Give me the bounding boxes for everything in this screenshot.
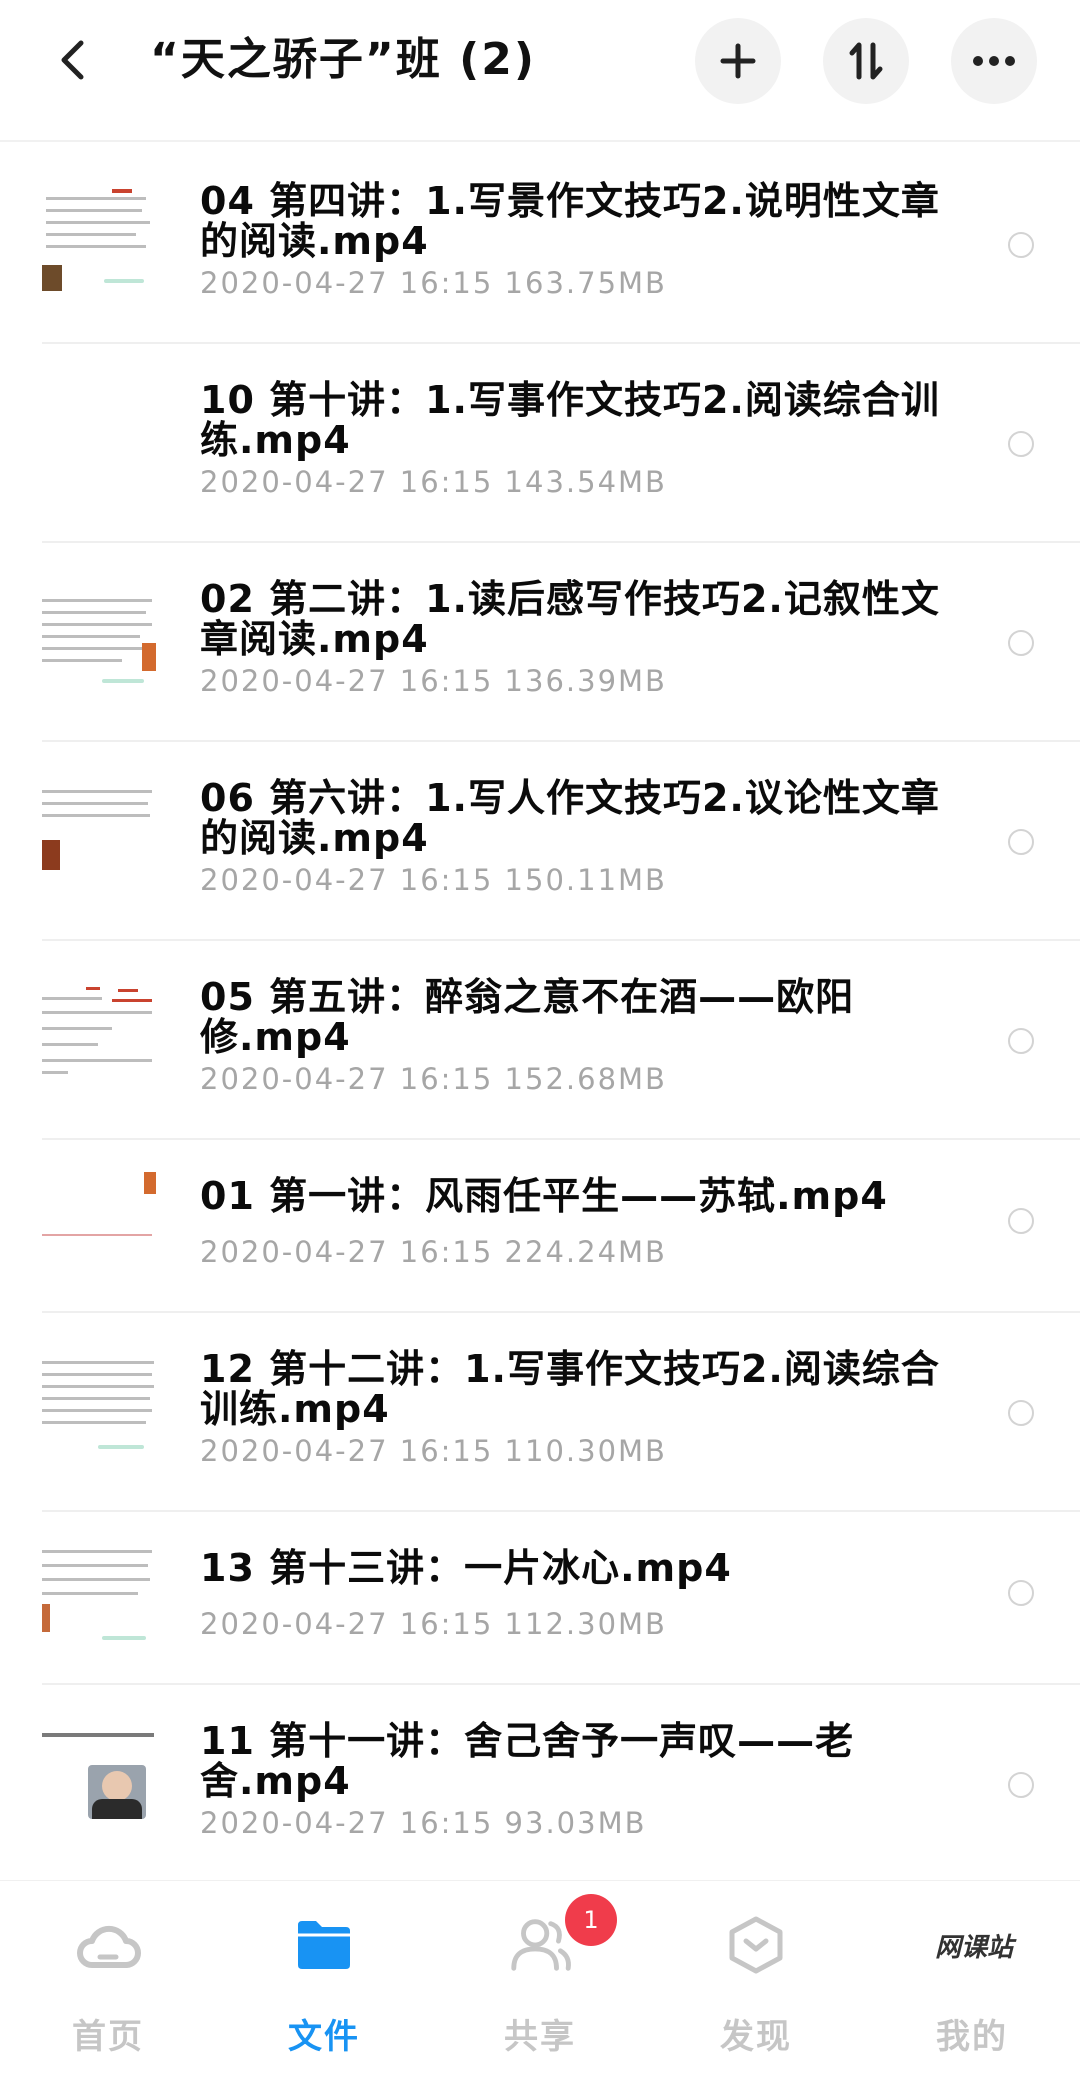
- file-meta: 2020-04-27 16:15 112.30MB: [200, 1607, 667, 1641]
- file-meta: 2020-04-27 16:15 93.03MB: [200, 1806, 646, 1840]
- file-row[interactable]: 01 第一讲：风雨任平生——苏轼.mp4 2020-04-27 16:15 22…: [0, 1140, 1080, 1313]
- file-row[interactable]: 05 第五讲：醉翁之意不在酒——欧阳修.mp4 2020-04-27 16:15…: [0, 941, 1080, 1140]
- more-button[interactable]: [951, 18, 1037, 104]
- file-row[interactable]: 06 第六讲：1.写人作文技巧2.议论性文章的阅读.mp4 2020-04-27…: [0, 742, 1080, 941]
- file-date: 2020-04-27 16:15: [200, 1434, 494, 1468]
- video-thumbnail: [42, 1725, 156, 1837]
- tab-label: 文件: [288, 2017, 360, 2057]
- sort-button[interactable]: [823, 18, 909, 104]
- add-button[interactable]: [695, 18, 781, 104]
- file-size: 152.68MB: [504, 1062, 667, 1096]
- file-name: 11 第十一讲：舍己舍予一声叹——老舍.mp4: [200, 1719, 855, 1803]
- share-notification-badge: 1: [565, 1894, 617, 1946]
- select-radio[interactable]: [1008, 1580, 1034, 1606]
- select-radio[interactable]: [1008, 829, 1034, 855]
- select-radio[interactable]: [1008, 630, 1034, 656]
- file-name: 02 第二讲：1.读后感写作技巧2.记叙性文章阅读.mp4: [200, 577, 940, 661]
- file-size: 110.30MB: [504, 1434, 667, 1468]
- tab-label: 我的: [936, 2017, 1008, 2057]
- file-meta: 2020-04-27 16:15 152.68MB: [200, 1062, 667, 1096]
- file-row[interactable]: 04 第四讲：1.写景作文技巧2.说明性文章的阅读.mp4 2020-04-27…: [0, 145, 1080, 344]
- tab-home[interactable]: 首页: [0, 1881, 216, 2076]
- video-thumbnail: [42, 384, 156, 496]
- select-radio[interactable]: [1008, 431, 1034, 457]
- header-divider: [0, 140, 1080, 142]
- file-date: 2020-04-27 16:15: [200, 863, 494, 897]
- folder-icon: [290, 1911, 358, 1979]
- file-meta: 2020-04-27 16:15 163.75MB: [200, 266, 667, 300]
- video-thumbnail: [42, 782, 156, 894]
- discover-icon: [722, 1911, 790, 1979]
- file-name: 10 第十讲：1.写事作文技巧2.阅读综合训练.mp4: [200, 378, 940, 462]
- file-meta: 2020-04-27 16:15 110.30MB: [200, 1434, 667, 1468]
- top-bar: “天之骄子”班 (2): [0, 0, 1080, 140]
- cloud-icon: [74, 1911, 142, 1979]
- file-name: 12 第十二讲：1.写事作文技巧2.阅读综合训练.mp4: [200, 1347, 940, 1431]
- file-date: 2020-04-27 16:15: [200, 266, 494, 300]
- select-radio[interactable]: [1008, 1028, 1034, 1054]
- file-date: 2020-04-27 16:15: [200, 1235, 494, 1269]
- video-thumbnail: [42, 185, 156, 297]
- file-date: 2020-04-27 16:15: [200, 1806, 494, 1840]
- file-row[interactable]: 11 第十一讲：舍己舍予一声叹——老舍.mp4 2020-04-27 16:15…: [0, 1685, 1080, 1884]
- video-thumbnail: [42, 1168, 156, 1280]
- bottom-tab-bar: 首页 文件 共享 发现 网课站 我的: [0, 1880, 1080, 2076]
- file-date: 2020-04-27 16:15: [200, 465, 494, 499]
- file-row[interactable]: 02 第二讲：1.读后感写作技巧2.记叙性文章阅读.mp4 2020-04-27…: [0, 543, 1080, 742]
- file-size: 93.03MB: [504, 1806, 647, 1840]
- back-button[interactable]: [40, 24, 104, 96]
- file-meta: 2020-04-27 16:15 136.39MB: [200, 664, 667, 698]
- more-icon: [973, 56, 1015, 66]
- tab-label: 发现: [720, 2017, 792, 2057]
- tab-mine[interactable]: 网课站 我的: [864, 1881, 1080, 2076]
- file-meta: 2020-04-27 16:15 224.24MB: [200, 1235, 667, 1269]
- video-thumbnail: [42, 1353, 156, 1465]
- tab-label: 首页: [72, 2017, 144, 2057]
- file-size: 143.54MB: [504, 465, 667, 499]
- select-radio[interactable]: [1008, 232, 1034, 258]
- sort-icon: [849, 42, 883, 80]
- file-size: 163.75MB: [504, 266, 667, 300]
- select-radio[interactable]: [1008, 1400, 1034, 1426]
- file-name: 01 第一讲：风雨任平生——苏轼.mp4: [200, 1174, 888, 1218]
- video-thumbnail: [42, 583, 156, 695]
- tab-files[interactable]: 文件: [216, 1881, 432, 2076]
- file-date: 2020-04-27 16:15: [200, 664, 494, 698]
- file-row[interactable]: 13 第十三讲：一片冰心.mp4 2020-04-27 16:15 112.30…: [0, 1512, 1080, 1685]
- file-date: 2020-04-27 16:15: [200, 1607, 494, 1641]
- people-icon: [506, 1911, 574, 1979]
- file-row[interactable]: 12 第十二讲：1.写事作文技巧2.阅读综合训练.mp4 2020-04-27 …: [0, 1313, 1080, 1512]
- page-title: “天之骄子”班 (2): [150, 34, 536, 85]
- file-size: 112.30MB: [504, 1607, 667, 1641]
- wangkezhan-logo: 网课站: [934, 1932, 1013, 1963]
- file-meta: 2020-04-27 16:15 150.11MB: [200, 863, 667, 897]
- file-size: 150.11MB: [504, 863, 667, 897]
- select-radio[interactable]: [1008, 1208, 1034, 1234]
- file-date: 2020-04-27 16:15: [200, 1062, 494, 1096]
- chevron-left-icon: [61, 40, 84, 80]
- tab-share[interactable]: 共享: [432, 1881, 648, 2076]
- file-name: 13 第十三讲：一片冰心.mp4: [200, 1546, 732, 1590]
- file-list: 04 第四讲：1.写景作文技巧2.说明性文章的阅读.mp4 2020-04-27…: [0, 145, 1080, 1884]
- tab-label: 共享: [504, 2017, 576, 2057]
- video-thumbnail: [42, 1540, 156, 1652]
- file-name: 06 第六讲：1.写人作文技巧2.议论性文章的阅读.mp4: [200, 776, 940, 860]
- plus-icon: [720, 43, 756, 79]
- file-row[interactable]: 10 第十讲：1.写事作文技巧2.阅读综合训练.mp4 2020-04-27 1…: [0, 344, 1080, 543]
- tab-discover[interactable]: 发现: [648, 1881, 864, 2076]
- file-size: 136.39MB: [504, 664, 667, 698]
- file-name: 04 第四讲：1.写景作文技巧2.说明性文章的阅读.mp4: [200, 179, 940, 263]
- file-size: 224.24MB: [504, 1235, 667, 1269]
- file-meta: 2020-04-27 16:15 143.54MB: [200, 465, 667, 499]
- file-name: 05 第五讲：醉翁之意不在酒——欧阳修.mp4: [200, 975, 855, 1059]
- video-thumbnail: [42, 981, 156, 1093]
- select-radio[interactable]: [1008, 1772, 1034, 1798]
